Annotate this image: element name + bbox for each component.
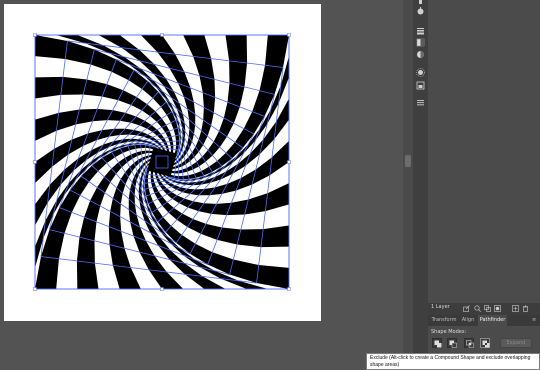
spiral-stripe <box>35 56 66 78</box>
spiral-stripe <box>178 172 183 177</box>
minus-front-button[interactable] <box>447 338 457 348</box>
spiral-stripe <box>246 35 268 66</box>
spiral-stripe <box>56 258 78 289</box>
spiral-stripe <box>172 141 177 146</box>
layers-panel-bar: 1 Layer <box>428 303 540 315</box>
spiral-stripe <box>147 178 152 183</box>
minus-front-icon <box>449 340 457 348</box>
new-layer-icon[interactable] <box>512 305 519 312</box>
resize-handle[interactable] <box>160 33 164 37</box>
gradient-icon[interactable] <box>416 38 425 47</box>
unite-button[interactable] <box>432 338 442 348</box>
stroke-icon[interactable] <box>416 26 425 35</box>
layers-count: 1 Layer <box>431 304 450 310</box>
trash-icon[interactable] <box>522 305 529 312</box>
panel-icon-strip <box>413 0 428 370</box>
exclude-button[interactable] <box>480 338 490 348</box>
tab-align[interactable]: Align <box>459 315 477 326</box>
export-icon[interactable] <box>463 305 470 312</box>
tab-transform[interactable]: Transform <box>430 315 458 326</box>
resize-handle[interactable] <box>33 33 37 37</box>
resize-handle[interactable] <box>287 33 291 37</box>
panel-tab-bar: Transform Align Pathfinder ≡ <box>428 315 540 326</box>
color-guide-icon[interactable] <box>416 7 425 16</box>
spiral-center <box>155 155 169 169</box>
search-icon[interactable] <box>474 305 481 312</box>
expand-button: Expand <box>500 338 532 348</box>
unite-icon <box>434 340 442 348</box>
exclude-tooltip: Exclude (Alt-click to create a Compound … <box>366 353 540 370</box>
spiral-stripe <box>141 147 146 152</box>
exclude-icon <box>482 340 490 348</box>
vertical-scrollbar[interactable] <box>403 0 413 370</box>
resize-handle[interactable] <box>33 160 37 164</box>
intersect-icon <box>466 340 474 348</box>
resize-handle[interactable] <box>160 287 164 291</box>
spiral-stripe <box>258 246 289 268</box>
resize-handle[interactable] <box>287 160 291 164</box>
intersect-button[interactable] <box>464 338 474 348</box>
scrollbar-thumb[interactable] <box>405 155 411 167</box>
panel-menu-icon[interactable]: ≡ <box>532 317 538 323</box>
mask-icon[interactable] <box>494 305 501 312</box>
appearance-icon[interactable] <box>416 68 425 77</box>
resize-handle[interactable] <box>287 287 291 291</box>
shape-modes-label: Shape Modes: <box>431 329 467 335</box>
right-dock: 1 Layer Transform Align Pathfinder ≡ Sha… <box>428 0 540 370</box>
sublayer-icon[interactable] <box>484 305 491 312</box>
document-workspace[interactable] <box>0 0 403 370</box>
symbols-icon[interactable] <box>416 98 425 107</box>
spiral-artwork[interactable] <box>0 0 330 330</box>
resize-handle[interactable] <box>33 287 37 291</box>
transparency-icon[interactable] <box>416 50 425 59</box>
graphic-styles-icon[interactable] <box>416 81 425 90</box>
tab-pathfinder[interactable]: Pathfinder <box>478 315 507 326</box>
